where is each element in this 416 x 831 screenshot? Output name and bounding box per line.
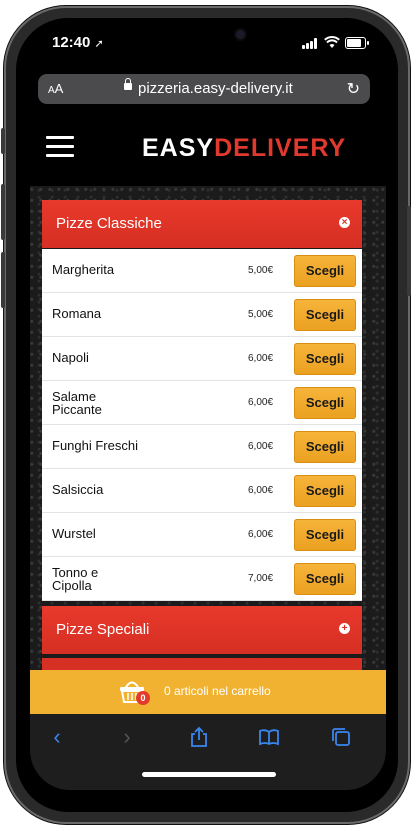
table-row: Napoli 6,00€ Scegli: [42, 337, 362, 381]
home-indicator[interactable]: [142, 772, 276, 777]
status-bar: 12:40 ➚: [30, 18, 386, 68]
site-logo[interactable]: EASYDELIVERY: [142, 134, 346, 163]
category-header-speciali[interactable]: Pizze Speciali +: [42, 606, 362, 654]
choose-button[interactable]: Scegli: [294, 387, 356, 419]
screen: 12:40 ➚ AA pizzeria.easy-delivery.it ↻ E…: [30, 18, 386, 790]
power-button: [407, 206, 411, 296]
table-row: Romana 5,00€ Scegli: [42, 293, 362, 337]
address-bar[interactable]: AA pizzeria.easy-delivery.it ↻: [38, 74, 370, 104]
url-text: pizzeria.easy-delivery.it: [138, 80, 293, 97]
pizza-name: Funghi Freschi: [52, 438, 138, 453]
browser-toolbar: ‹ ›: [30, 714, 386, 790]
choose-button[interactable]: Scegli: [294, 519, 356, 551]
reload-icon[interactable]: ↻: [347, 79, 360, 99]
tabs-icon[interactable]: [330, 726, 352, 748]
volume-down-button: [1, 252, 5, 308]
cellular-signal-icon: [302, 38, 320, 49]
bookmarks-icon[interactable]: [258, 726, 280, 748]
pizza-price: 6,00€: [248, 485, 274, 496]
pizza-price: 6,00€: [248, 353, 274, 364]
next-category-edge: [42, 658, 362, 670]
table-row: Margherita 5,00€ Scegli: [42, 249, 362, 293]
forward-icon[interactable]: ›: [116, 726, 138, 748]
pizza-name: Romana: [52, 306, 102, 321]
hamburger-icon[interactable]: [46, 136, 76, 158]
choose-button[interactable]: Scegli: [294, 299, 356, 331]
notch: [116, 18, 300, 48]
front-camera: [236, 30, 245, 39]
choose-button[interactable]: Scegli: [294, 431, 356, 463]
volume-up-button: [1, 184, 5, 240]
choose-button[interactable]: Scegli: [294, 475, 356, 507]
pizza-price: 6,00€: [248, 529, 274, 540]
choose-button[interactable]: Scegli: [294, 255, 356, 287]
back-icon[interactable]: ‹: [46, 726, 68, 748]
pizza-name: Salame Piccante: [52, 389, 102, 417]
text-size-button[interactable]: AA: [48, 81, 63, 96]
pizza-name: Margherita: [52, 262, 115, 277]
mute-switch: [1, 128, 5, 154]
plus-circle-icon[interactable]: +: [339, 623, 350, 634]
table-row: Salsiccia 6,00€ Scegli: [42, 469, 362, 513]
pizza-price: 6,00€: [248, 441, 274, 452]
pizza-name: Salsiccia: [52, 482, 104, 497]
lock-icon: [124, 78, 132, 90]
share-icon[interactable]: [188, 726, 210, 748]
cart-summary: 0 articoli nel carrello: [164, 684, 271, 698]
wifi-icon: [324, 35, 340, 48]
battery-icon: [345, 37, 369, 49]
status-time: 12:40 ➚: [52, 34, 104, 51]
table-row: Salame Piccante 6,00€ Scegli: [42, 381, 362, 425]
pizza-price: 5,00€: [248, 265, 274, 276]
pizza-name: Wurstel: [52, 526, 96, 541]
choose-button[interactable]: Scegli: [294, 343, 356, 375]
pizza-price: 5,00€: [248, 309, 274, 320]
cart-count-badge: 0: [136, 691, 150, 705]
pizza-list: Margherita 5,00€ Scegli Romana 5,00€ Scegli Na…: [42, 249, 362, 601]
category-header-classiche[interactable]: Pizze Classiche ×: [42, 200, 362, 248]
pizza-name: Napoli: [52, 350, 89, 365]
category-title: Pizze Speciali: [56, 621, 150, 638]
category-title: Pizze Classiche: [56, 215, 162, 232]
table-row: Wurstel 6,00€ Scegli: [42, 513, 362, 557]
table-row: Funghi Freschi 6,00€ Scegli: [42, 425, 362, 469]
choose-button[interactable]: Scegli: [294, 563, 356, 595]
close-circle-icon[interactable]: ×: [339, 217, 350, 228]
cart-bar[interactable]: 0 0 articoli nel carrello: [30, 670, 386, 714]
table-row: Tonno e Cipolla 7,00€ Scegli: [42, 557, 362, 601]
pizza-name: Tonno e Cipolla: [52, 565, 99, 593]
site-header: EASYDELIVERY: [30, 116, 386, 186]
pizza-price: 7,00€: [248, 573, 274, 584]
pizza-price: 6,00€: [248, 397, 274, 408]
menu-content: Pizze Classiche × Margherita 5,00€ Scegli R…: [30, 186, 386, 670]
